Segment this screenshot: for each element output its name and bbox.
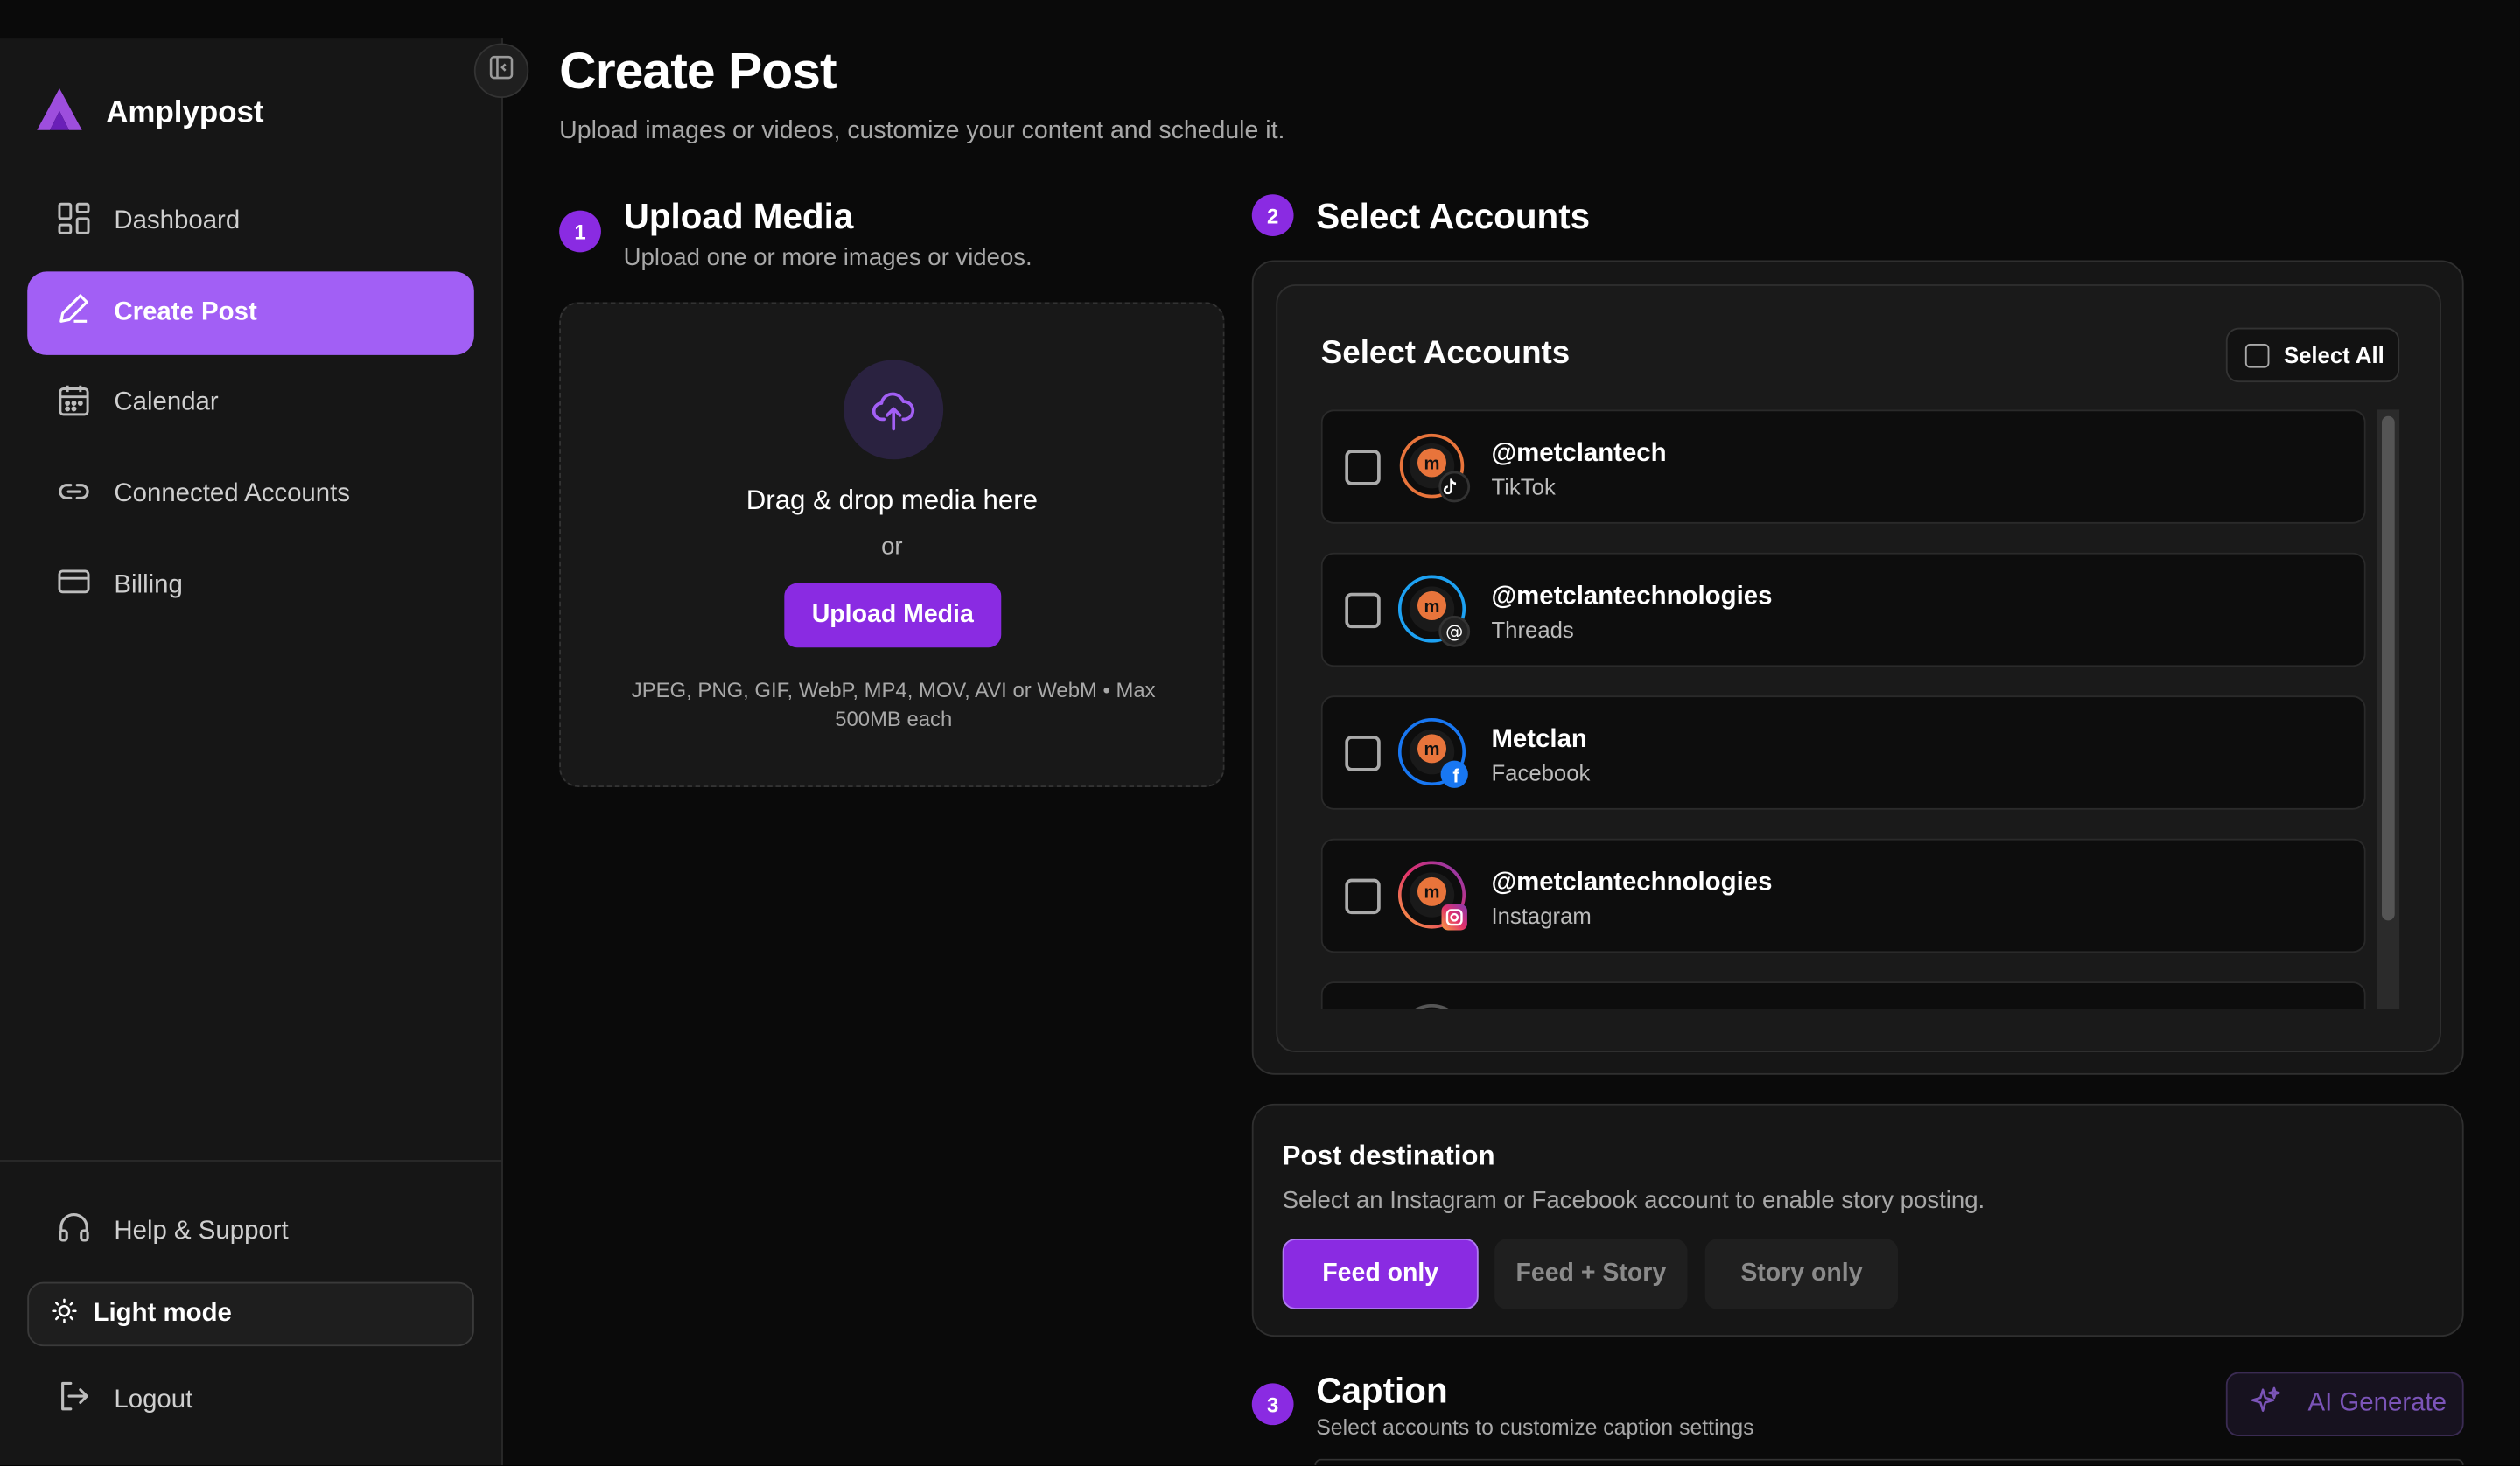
calendar-icon xyxy=(56,382,91,426)
account-platform: Instagram xyxy=(1491,903,1592,929)
step-2-badge: 2 xyxy=(1251,194,1294,236)
svg-text:f: f xyxy=(1452,764,1460,786)
upload-media-title: Upload Media xyxy=(623,196,854,236)
account-name: @metclantech xyxy=(1491,440,1667,468)
accounts-scrollbar[interactable] xyxy=(2376,409,2400,1009)
media-dropzone[interactable]: Drag & drop media here or Upload Media J… xyxy=(559,302,1225,787)
sidebar-item-billing[interactable]: Billing xyxy=(27,544,474,628)
dashboard-grid-icon xyxy=(56,200,91,244)
top-bar xyxy=(0,0,2520,39)
sparkles-icon xyxy=(2250,1384,2282,1424)
accounts-panel-title: Select Accounts xyxy=(1320,335,1571,372)
accounts-card: Select Accounts Select All m @metclantec… xyxy=(1251,260,2464,1075)
brand-name: Amplypost xyxy=(106,95,264,129)
avatar: m xyxy=(1398,432,1472,506)
account-row-tiktok[interactable]: m @metclantech TikTok xyxy=(1320,409,2366,524)
brand[interactable]: Amplypost xyxy=(35,87,264,140)
page-subtitle: Upload images or videos, customize your … xyxy=(559,117,1285,145)
sidebar-item-label: Create Post xyxy=(114,298,257,326)
sidebar-nav: Dashboard Create Post Calendar Connected… xyxy=(27,180,474,636)
sidebar-item-calendar[interactable]: Calendar xyxy=(27,362,474,446)
account-name: @metclantechnologies xyxy=(1491,869,1773,897)
step-3-badge: 3 xyxy=(1251,1383,1294,1426)
account-platform: Threads xyxy=(1491,617,1574,643)
amplypost-logo-icon xyxy=(35,87,83,140)
account-row-threads[interactable]: m @ @metclantechnologies Threads xyxy=(1320,552,2366,667)
avatar: m xyxy=(1397,861,1472,934)
sidebar-item-label: Dashboard xyxy=(114,206,241,235)
sun-icon xyxy=(52,1297,77,1331)
page-title: Create Post xyxy=(559,41,836,100)
feed-only-button[interactable]: Feed only xyxy=(1282,1239,1479,1309)
sidebar-item-label: Calendar xyxy=(114,389,219,417)
account-row-partial[interactable] xyxy=(1320,981,2366,1009)
dropzone-or: or xyxy=(881,533,903,562)
file-format-note: JPEG, PNG, GIF, WebP, MP4, MOV, AVI or W… xyxy=(631,678,1156,731)
headphones-icon xyxy=(56,1210,91,1253)
help-support-label: Help & Support xyxy=(114,1217,289,1245)
sidebar: Amplypost Dashboard Create Post Calendar xyxy=(0,38,503,1466)
accounts-list: m @metclantech TikTok m @ @metclantechnol… xyxy=(1320,409,2366,1009)
ai-generate-button[interactable]: AI Generate xyxy=(2225,1372,2464,1437)
svg-text:m: m xyxy=(1424,883,1440,903)
caption-subtitle: Select accounts to customize caption set… xyxy=(1316,1415,1754,1440)
link-icon xyxy=(56,473,91,517)
svg-text:m: m xyxy=(1424,740,1440,759)
help-support-link[interactable]: Help & Support xyxy=(56,1210,289,1253)
dropzone-title: Drag & drop media here xyxy=(746,485,1038,516)
account-checkbox[interactable] xyxy=(1345,878,1381,915)
light-mode-toggle[interactable]: Light mode xyxy=(27,1281,474,1347)
ai-generate-label: AI Generate xyxy=(2307,1389,2446,1417)
collapse-sidebar-button[interactable] xyxy=(473,43,529,99)
account-name: Metclan xyxy=(1491,726,1587,754)
sidebar-footer: Help & Support Light mode Logout xyxy=(0,1160,503,1465)
post-destination-title: Post destination xyxy=(1282,1141,1495,1171)
light-mode-label: Light mode xyxy=(93,1299,232,1328)
credit-card-icon xyxy=(56,564,91,608)
app-root: Amplypost Dashboard Create Post Calendar xyxy=(0,0,2520,1466)
caption-editor-edge xyxy=(1314,1458,2464,1466)
logout-icon xyxy=(56,1379,91,1422)
sidebar-item-label: Billing xyxy=(114,571,183,599)
sidebar-item-label: Connected Accounts xyxy=(114,480,350,508)
account-checkbox[interactable] xyxy=(1345,592,1381,629)
account-checkbox[interactable] xyxy=(1345,450,1381,485)
step-1-badge: 1 xyxy=(559,210,601,253)
sidebar-item-dashboard[interactable]: Dashboard xyxy=(27,180,474,264)
upload-cloud-icon xyxy=(844,360,944,460)
avatar: m @ xyxy=(1397,575,1472,649)
upload-media-subtitle: Upload one or more images or videos. xyxy=(623,244,1032,272)
sidebar-item-connected-accounts[interactable]: Connected Accounts xyxy=(27,453,474,537)
post-destination-subtitle: Select an Instagram or Facebook account … xyxy=(1282,1187,1985,1215)
select-all-checkbox[interactable] xyxy=(2244,343,2270,367)
avatar xyxy=(1398,1003,1472,1009)
sidebar-item-create-post[interactable]: Create Post xyxy=(27,270,474,355)
sidebar-collapse-icon xyxy=(488,54,514,88)
account-platform: Facebook xyxy=(1491,759,1591,786)
svg-text:@: @ xyxy=(1446,621,1463,642)
pen-icon xyxy=(56,291,91,335)
account-row-instagram[interactable]: m @metclantechnologies Instagram xyxy=(1320,838,2366,953)
svg-text:m: m xyxy=(1424,597,1440,617)
scrollbar-thumb[interactable] xyxy=(2381,415,2395,921)
avatar: mf xyxy=(1397,718,1472,792)
logout-label: Logout xyxy=(114,1386,193,1414)
account-checkbox[interactable] xyxy=(1345,736,1381,771)
svg-text:m: m xyxy=(1424,454,1440,473)
accounts-panel: Select Accounts Select All m @metclantec… xyxy=(1276,284,2441,1053)
story-only-button[interactable]: Story only xyxy=(1704,1239,1899,1309)
select-all-label: Select All xyxy=(2283,342,2384,368)
feed-story-button[interactable]: Feed + Story xyxy=(1494,1239,1688,1309)
select-all-button[interactable]: Select All xyxy=(2225,327,2400,383)
upload-media-button[interactable]: Upload Media xyxy=(784,583,1002,648)
post-destination-card: Post destination Select an Instagram or … xyxy=(1251,1103,2464,1337)
select-accounts-section-title: Select Accounts xyxy=(1316,196,1591,236)
account-platform: TikTok xyxy=(1491,473,1556,500)
logout-link[interactable]: Logout xyxy=(56,1379,192,1422)
account-row-facebook[interactable]: mf Metclan Facebook xyxy=(1320,695,2366,810)
account-name: @metclantechnologies xyxy=(1491,583,1773,611)
caption-title: Caption xyxy=(1316,1370,1448,1411)
